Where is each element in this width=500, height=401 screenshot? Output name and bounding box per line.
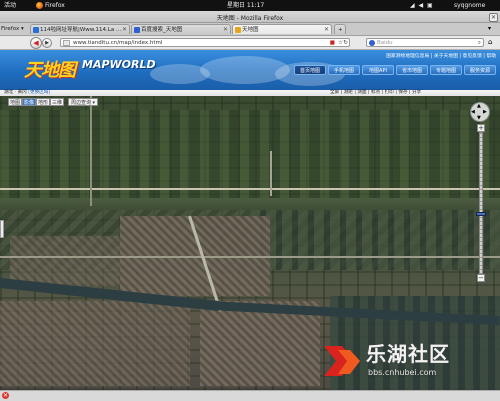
map-api-button[interactable]: 地图API bbox=[362, 65, 394, 75]
zoom-thumb[interactable] bbox=[476, 212, 486, 217]
tianditu-logo[interactable]: 天地图 bbox=[24, 56, 76, 82]
tool-print[interactable]: 打印 bbox=[385, 90, 394, 95]
tool-save[interactable]: 保存 bbox=[398, 90, 407, 95]
close-tab-icon[interactable]: ✕ bbox=[223, 25, 228, 34]
tool-measure-area[interactable]: 测面 bbox=[357, 90, 366, 95]
baidu-engine-icon[interactable] bbox=[369, 40, 375, 46]
site-header: 天地图 MAPWORLD 国家测绘地理信息局 | 关于天地图 | 意见反馈 | … bbox=[0, 50, 500, 90]
search-input[interactable]: Baidu ⌕ bbox=[366, 38, 484, 47]
watermark-brand: 乐湖社区 bbox=[366, 342, 450, 366]
map-type-terrain[interactable]: 地形 bbox=[36, 98, 50, 106]
bookmark-star-icon[interactable]: ☆ bbox=[338, 39, 343, 48]
status-bar: ✕ bbox=[0, 390, 500, 401]
window-title: 天地图 - Mozilla Firefox bbox=[216, 15, 284, 22]
navigation-bar: ◀ ▶ www.tianditu.cn/map/index.html ■ ☆ ↻… bbox=[0, 36, 500, 50]
pan-right-icon[interactable]: ▶ bbox=[483, 109, 487, 115]
header-links[interactable]: 国家测绘地理信息局 | 关于天地图 | 意见反馈 | 帮助 bbox=[386, 52, 496, 59]
activities-button[interactable]: 活动 bbox=[4, 2, 16, 9]
url-text: www.tianditu.cn/map/index.html bbox=[73, 40, 163, 46]
tool-share[interactable]: 分享 bbox=[412, 90, 421, 95]
tab-baidu-search[interactable]: 百度搜索_天地图 ✕ bbox=[131, 24, 231, 34]
pan-left-icon[interactable]: ◀ bbox=[471, 109, 475, 115]
watermark-url: bbs.cnhubei.com bbox=[368, 368, 437, 377]
zoom-out-button[interactable]: − bbox=[477, 274, 485, 282]
switch-city-link[interactable]: [更换区域] bbox=[28, 90, 50, 95]
close-addon-bar-icon[interactable]: ✕ bbox=[2, 392, 9, 399]
mapworld-logo: MAPWORLD bbox=[82, 58, 156, 71]
tool-measure-distance[interactable]: 测距 bbox=[344, 90, 353, 95]
satellite-map[interactable]: 地图 影像 地形 三维 周边查询 ▾ ▲ ◀ ▶ ▼ + − 乐湖社区 bbs.… bbox=[0, 96, 500, 390]
app-name: Firefox bbox=[45, 2, 65, 9]
close-window-icon[interactable]: ✕ bbox=[489, 13, 498, 22]
nearby-search-dropdown[interactable]: 周边查询 ▾ bbox=[68, 98, 98, 106]
close-tab-icon[interactable]: ✕ bbox=[122, 25, 127, 34]
firefox-app-menu[interactable]: Firefox bbox=[36, 2, 65, 9]
province-map-button[interactable]: 省市地图 bbox=[396, 65, 428, 75]
user-menu[interactable]: syqgnome bbox=[454, 2, 485, 9]
tool-mark-point[interactable]: 标点 bbox=[371, 90, 380, 95]
pan-control[interactable]: ▲ ◀ ▶ ▼ bbox=[470, 102, 490, 122]
gnome-top-panel: 活动 Firefox 星期日 11:17 ◢ ◀ ▣ syqgnome bbox=[0, 0, 500, 11]
tianditu-favicon-icon bbox=[235, 27, 241, 33]
clock[interactable]: 星期日 11:17 bbox=[227, 2, 264, 9]
mobile-map-button[interactable]: 手机地图 bbox=[328, 65, 360, 75]
map-tools: 全屏 | 测距 | 测面 | 标点 | 打印 | 保存 | 分享 bbox=[330, 90, 422, 95]
side-panel-toggle[interactable] bbox=[0, 220, 4, 238]
search-placeholder: Baidu bbox=[377, 40, 393, 46]
firefox-menu-button[interactable]: Firefox ▾ bbox=[1, 24, 24, 34]
tab-label: 114啦网址导航|Www.114.La ... bbox=[40, 27, 122, 33]
tab-tianditu[interactable]: 天地图 ✕ bbox=[232, 24, 332, 34]
pan-down-icon[interactable]: ▼ bbox=[477, 115, 481, 121]
search-icon[interactable]: ⌕ bbox=[478, 39, 481, 48]
tab-label: 天地图 bbox=[242, 27, 259, 33]
tab-list-icon[interactable]: ▾ bbox=[488, 25, 491, 32]
toolbar-strip bbox=[0, 90, 500, 96]
tab-strip: Firefox ▾ 114啦网址导航|Www.114.La ... ✕ 百度搜索… bbox=[0, 23, 500, 36]
zoom-slider[interactable]: + − bbox=[476, 124, 486, 282]
watermark: 乐湖社区 bbs.cnhubei.com bbox=[316, 336, 498, 388]
url-bar[interactable]: www.tianditu.cn/map/index.html ■ ☆ ↻ bbox=[60, 38, 350, 47]
service-resource-button[interactable]: 服务资源 bbox=[464, 65, 496, 75]
tool-fullscreen[interactable]: 全屏 bbox=[330, 90, 339, 95]
window-titlebar: 天地图 - Mozilla Firefox ✕ bbox=[0, 11, 500, 23]
site-identity-icon[interactable] bbox=[63, 40, 70, 46]
zoom-in-button[interactable]: + bbox=[477, 124, 485, 132]
map-type-vector[interactable]: 地图 bbox=[8, 98, 22, 106]
pan-up-icon[interactable]: ▲ bbox=[477, 103, 481, 109]
forward-icon[interactable]: ▶ bbox=[42, 38, 52, 48]
close-tab-icon[interactable]: ✕ bbox=[324, 25, 329, 34]
firefox-logo-icon bbox=[36, 2, 43, 9]
back-icon[interactable]: ◀ bbox=[30, 37, 42, 49]
nearby-search-label: 周边查询 bbox=[70, 100, 91, 106]
tab-label: 百度搜索_天地图 bbox=[141, 27, 183, 33]
firefox-menu-label: Firefox bbox=[1, 26, 20, 32]
home-icon[interactable]: ⌂ bbox=[488, 38, 492, 46]
map-type-satellite[interactable]: 影像 bbox=[22, 98, 36, 106]
map-type-3d[interactable]: 三维 bbox=[50, 98, 64, 106]
baidu-paw-icon bbox=[134, 27, 140, 33]
zoom-track[interactable] bbox=[479, 132, 483, 274]
home-map-button[interactable]: 首页地图 bbox=[294, 65, 326, 75]
thematic-map-button[interactable]: 专题地图 bbox=[430, 65, 462, 75]
current-location: 湖北 · 黄冈 bbox=[4, 90, 27, 95]
china-flag-icon: ■ bbox=[329, 40, 335, 46]
status-icons[interactable]: ◢ ◀ ▣ bbox=[410, 2, 434, 9]
cnhubei-logo-icon bbox=[324, 346, 360, 376]
new-tab-button[interactable]: + bbox=[334, 24, 346, 34]
reload-icon[interactable]: ↻ bbox=[343, 39, 348, 48]
location-indicator: 湖北 · 黄冈 [更换区域] bbox=[4, 90, 50, 96]
favicon-icon bbox=[33, 27, 39, 33]
tab-114la[interactable]: 114啦网址导航|Www.114.La ... ✕ bbox=[30, 24, 130, 34]
